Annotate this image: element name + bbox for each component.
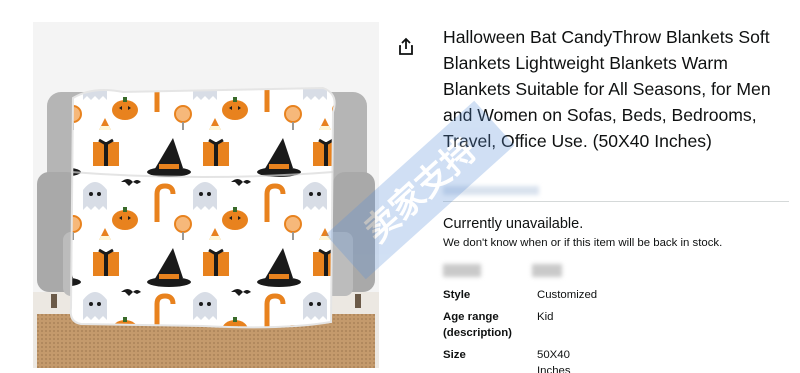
share-button[interactable] <box>396 36 416 56</box>
spec-value: 50X40 Inches <box>537 349 571 373</box>
spec-key: Style <box>443 289 471 301</box>
blurred-option <box>532 264 562 277</box>
spec-value: Kid <box>537 311 554 323</box>
product-title: Halloween Bat CandyThrow Blankets Soft B… <box>443 27 771 151</box>
blurred-option <box>443 264 481 277</box>
divider <box>443 201 789 202</box>
rating-placeholder <box>443 186 539 195</box>
spec-key: Age range (description) <box>443 311 512 339</box>
share-icon <box>399 37 413 55</box>
availability-status: Currently unavailable. <box>443 216 584 232</box>
availability-note: We don't know when or if this item will … <box>443 237 723 249</box>
product-image[interactable] <box>33 22 379 368</box>
spec-value: Customized <box>537 289 598 301</box>
spec-key: Size <box>443 349 466 361</box>
